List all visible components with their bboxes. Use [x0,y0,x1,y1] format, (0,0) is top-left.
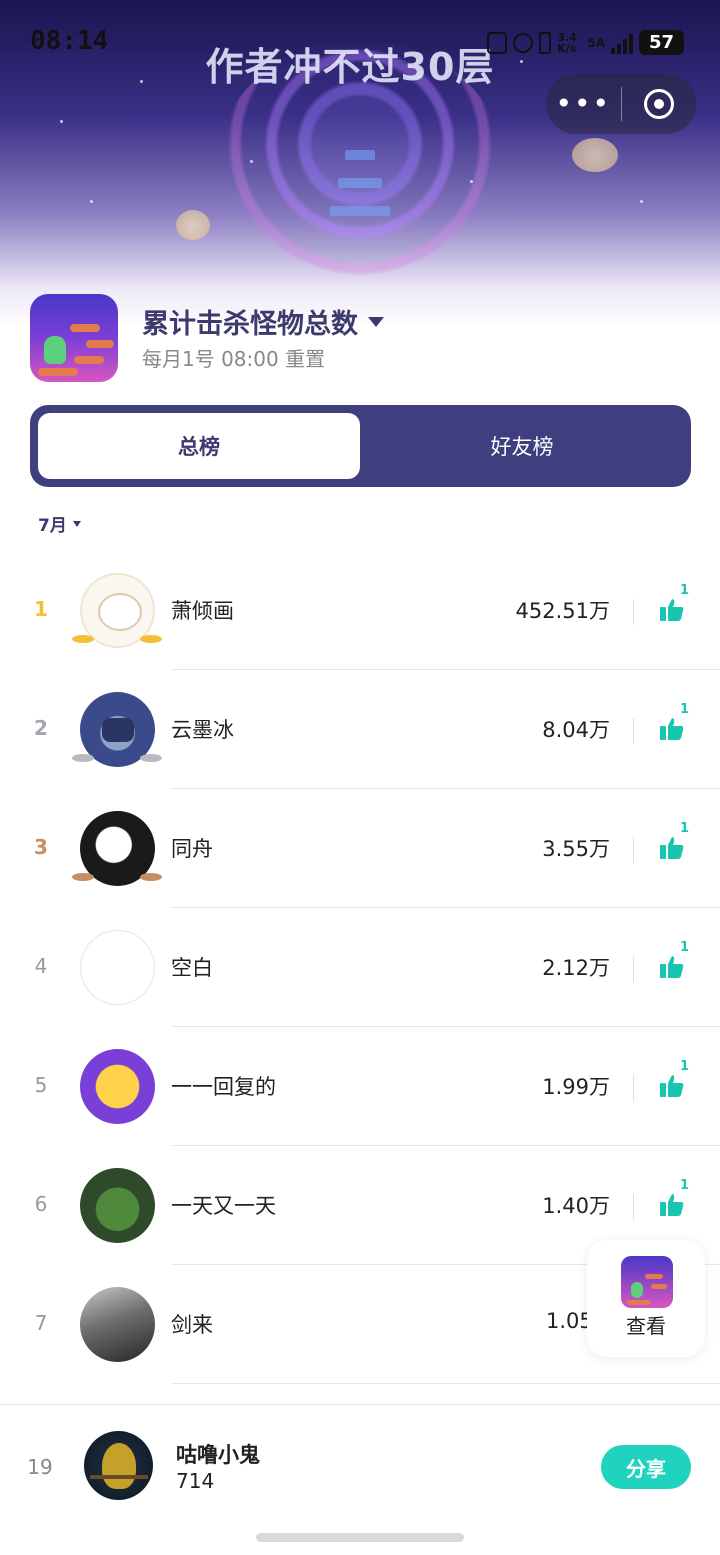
miniprogram-capsule: ••• [546,74,696,134]
ranking-row[interactable]: 5 一一回复的 1.99万 1 [0,1027,720,1146]
rank-number: 5 [34,1073,48,1097]
view-button-label[interactable]: 查看 [587,1310,705,1339]
thumbs-up-icon [660,718,684,740]
like-button[interactable]: 1 [656,940,690,980]
avatar [80,1049,155,1124]
thumbs-up-icon [660,956,684,978]
nfc-icon [487,31,508,54]
vibrate-icon [539,31,552,54]
network-type: 5A [587,35,605,50]
like-count: 1 [680,1059,690,1074]
player-score: 452.51万 [515,599,610,623]
rank-number: 3 [34,835,48,859]
like-button[interactable]: 1 [656,1178,690,1218]
battery-indicator: 57 [638,30,684,55]
alarm-icon [513,32,534,53]
rank-number: 2 [34,716,48,740]
network-speed: 3.4 K/s [557,30,577,55]
ranking-row[interactable]: 2 云墨冰 8.04万 1 [0,670,720,789]
like-button[interactable]: 1 [656,1059,690,1099]
rank-number: 6 [34,1192,48,1216]
player-score: 1.40万 [542,1194,610,1218]
stair-graphic [338,178,382,188]
player-name: 一一回复的 [171,1075,276,1099]
more-button[interactable]: ••• [546,74,621,134]
player-name: 同舟 [171,837,213,861]
stair-graphic [345,150,375,160]
avatar [80,930,155,1005]
player-score: 1.05 [546,1309,593,1333]
thumbs-up-icon [660,599,684,621]
player-score: 2.12万 [542,956,610,980]
month-filter[interactable]: 7月 [38,511,81,536]
stair-graphic [330,206,390,216]
coin-graphic [572,138,618,172]
chevron-down-icon [72,520,81,527]
like-count: 1 [680,1178,690,1193]
signal-icon [610,32,633,54]
bronze-wreath-icon [72,865,162,885]
player-score: 3.55万 [542,837,610,861]
player-name: 剑来 [171,1313,213,1337]
game-icon [30,294,118,382]
status-time: 08:14 [30,26,109,56]
dropdown-triangle-icon [368,316,384,327]
player-score: 1.99万 [542,1075,610,1099]
rank-number: 1 [34,597,48,621]
ranking-row[interactable]: 1 萧倾画 452.51万 1 [0,551,720,670]
reset-note: 每月1号 08:00 重置 [142,347,326,371]
like-count: 1 [680,821,690,836]
thumbs-up-icon [660,1075,684,1097]
ranking-row[interactable]: 3 同舟 3.55万 1 [0,789,720,908]
like-button[interactable]: 1 [656,583,690,623]
ranking-row[interactable]: 4 空白 2.12万 1 [0,908,720,1027]
like-count: 1 [680,702,690,717]
close-miniprogram-button[interactable] [622,74,697,134]
status-icons: 3.4 K/s 5A 57 [487,30,684,55]
like-count: 1 [680,583,690,598]
rank-number: 4 [34,954,48,978]
home-indicator[interactable] [256,1533,464,1542]
gold-wreath-icon [72,627,162,647]
month-label: 7月 [38,516,67,536]
thumbs-up-icon [660,1194,684,1216]
more-icon: ••• [555,87,612,120]
avatar [84,1431,153,1500]
share-button[interactable]: 分享 [601,1445,691,1489]
avatar [80,1287,155,1362]
tab-overall[interactable]: 总榜 [38,413,360,479]
avatar [80,1168,155,1243]
player-score: 8.04万 [542,718,610,742]
player-name: 萧倾画 [171,599,234,623]
leaderboard-tabs: 总榜 好友榜 [30,405,691,487]
tab-friends[interactable]: 好友榜 [361,413,683,479]
like-count: 1 [680,940,690,955]
my-rank: 19 [27,1455,53,1479]
my-name: 咕噜小鬼 [176,1443,260,1467]
player-name: 一天又一天 [171,1194,276,1218]
leaderboard-title: 累计击杀怪物总数 [142,309,358,340]
game-icon [621,1256,673,1308]
rank-number: 7 [34,1311,48,1335]
like-button[interactable]: 1 [656,821,690,861]
my-score: 714 [176,1469,215,1493]
player-name: 空白 [171,956,213,980]
leaderboard-selector[interactable]: 累计击杀怪物总数 [142,302,384,341]
coin-graphic [176,210,210,240]
thumbs-up-icon [660,837,684,859]
silver-wreath-icon [72,746,162,766]
like-button[interactable]: 1 [656,702,690,742]
player-name: 云墨冰 [171,718,234,742]
target-icon [643,89,674,119]
